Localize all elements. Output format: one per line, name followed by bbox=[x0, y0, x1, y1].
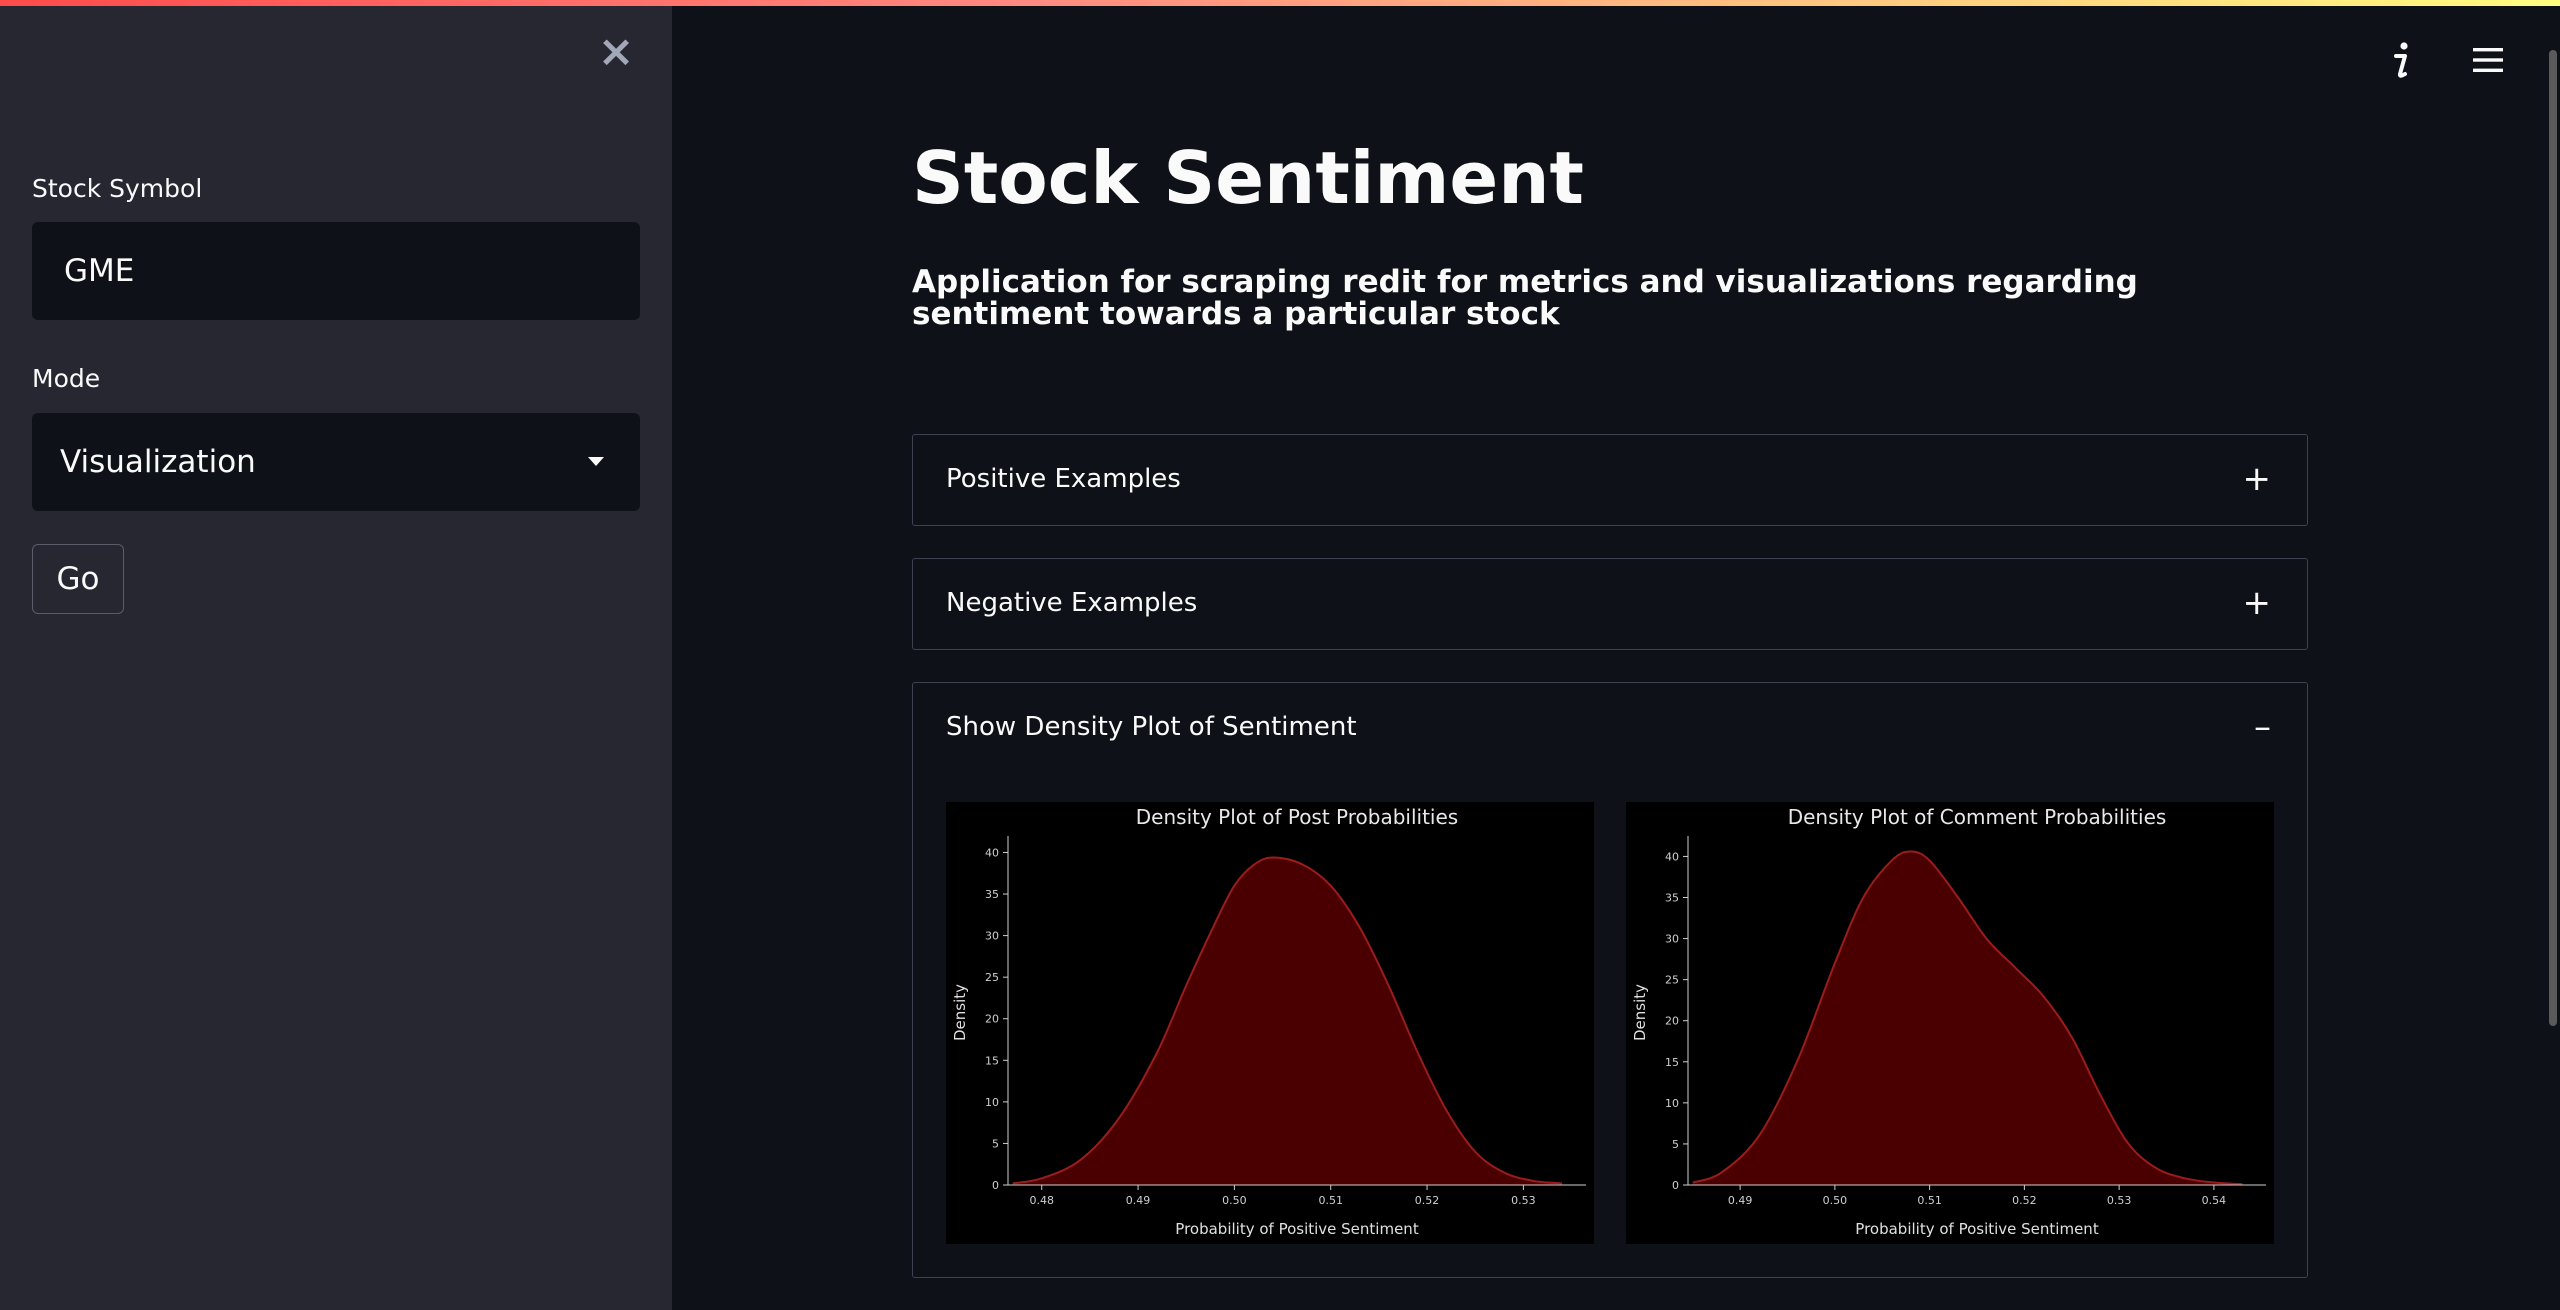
y-tick-label: 10 bbox=[1665, 1097, 1679, 1110]
expander-positive-examples: Positive Examples + bbox=[912, 434, 2308, 526]
chart-title: Density Plot of Comment Probabilities bbox=[1788, 805, 2167, 829]
y-tick-label: 20 bbox=[1665, 1015, 1679, 1028]
y-tick-label: 25 bbox=[985, 971, 999, 984]
x-tick-label: 0.50 bbox=[1823, 1194, 1848, 1207]
x-tick-label: 0.50 bbox=[1222, 1194, 1247, 1207]
density-plot-posts-svg: Density Plot of Post Probabilities 0 5 10 15… bbox=[951, 805, 1586, 1238]
page-title: Stock Sentiment bbox=[912, 136, 1584, 220]
density-area bbox=[1012, 857, 1562, 1185]
density-area bbox=[1692, 851, 2243, 1185]
y-tick-label: 15 bbox=[985, 1054, 999, 1067]
x-tick-label: 0.52 bbox=[2012, 1194, 2037, 1207]
go-button[interactable]: Go bbox=[32, 544, 124, 614]
y-tick-label: 5 bbox=[1672, 1138, 1679, 1151]
chart-title: Density Plot of Post Probabilities bbox=[1136, 805, 1458, 829]
y-tick-label: 35 bbox=[985, 888, 999, 901]
plus-icon: + bbox=[2242, 583, 2272, 623]
expander-label: Negative Examples bbox=[946, 588, 1198, 618]
y-axis-label: Density bbox=[1631, 984, 1649, 1041]
y-tick-label: 0 bbox=[1672, 1179, 1679, 1192]
y-tick-label: 5 bbox=[992, 1137, 999, 1150]
hamburger-menu-icon[interactable] bbox=[2470, 42, 2506, 78]
x-tick-label: 0.49 bbox=[1728, 1194, 1753, 1207]
stock-symbol-input[interactable]: GME bbox=[32, 222, 640, 320]
x-tick-label: 0.51 bbox=[1318, 1194, 1343, 1207]
expander-header[interactable]: Show Density Plot of Sentiment – bbox=[913, 683, 2307, 773]
x-tick-label: 0.48 bbox=[1029, 1194, 1054, 1207]
x-axis-label: Probability of Positive Sentiment bbox=[1175, 1220, 1419, 1238]
x-tick-label: 0.52 bbox=[1415, 1194, 1440, 1207]
y-tick-label: 20 bbox=[985, 1013, 999, 1026]
expander-negative-examples: Negative Examples + bbox=[912, 558, 2308, 650]
minus-icon: – bbox=[2254, 707, 2271, 747]
x-tick-label: 0.51 bbox=[1917, 1194, 1942, 1207]
expander-header[interactable]: Negative Examples + bbox=[913, 559, 2307, 649]
info-icon[interactable] bbox=[2384, 38, 2418, 82]
mode-select-value: Visualization bbox=[60, 444, 256, 480]
sidebar: × Stock Symbol GME Mode Visualization Go bbox=[0, 0, 672, 1310]
plus-icon: + bbox=[2242, 459, 2272, 499]
density-plot-comments-svg: Density Plot of Comment Probabilities 0 5 1… bbox=[1631, 805, 2266, 1238]
x-tick-label: 0.54 bbox=[2202, 1194, 2227, 1207]
y-tick-label: 40 bbox=[985, 846, 999, 859]
y-tick-label: 10 bbox=[985, 1096, 999, 1109]
expander-label: Show Density Plot of Sentiment bbox=[946, 712, 1357, 742]
density-plot-posts: Density Plot of Post Probabilities 0 5 10 15… bbox=[946, 802, 1594, 1244]
stock-symbol-label: Stock Symbol bbox=[32, 174, 203, 203]
y-tick-label: 0 bbox=[992, 1179, 999, 1192]
expander-header[interactable]: Positive Examples + bbox=[913, 435, 2307, 525]
mode-select[interactable]: Visualization bbox=[32, 413, 640, 511]
y-axis-label: Density bbox=[951, 984, 969, 1041]
top-accent-bar bbox=[0, 0, 2560, 6]
y-tick-label: 40 bbox=[1665, 850, 1679, 863]
y-tick-label: 30 bbox=[1665, 933, 1679, 946]
x-tick-label: 0.53 bbox=[2107, 1194, 2132, 1207]
page-subtitle: Application for scraping redit for metri… bbox=[912, 264, 2138, 332]
page-scrollbar[interactable] bbox=[2549, 50, 2557, 1026]
y-tick-label: 15 bbox=[1665, 1056, 1679, 1069]
expander-label: Positive Examples bbox=[946, 464, 1181, 494]
y-tick-label: 35 bbox=[1665, 892, 1679, 905]
x-tick-label: 0.53 bbox=[1511, 1194, 1536, 1207]
chevron-down-icon bbox=[588, 457, 604, 466]
y-tick-label: 30 bbox=[985, 930, 999, 943]
y-tick-label: 25 bbox=[1665, 974, 1679, 987]
close-icon[interactable]: × bbox=[596, 30, 636, 74]
x-tick-label: 0.49 bbox=[1126, 1194, 1151, 1207]
mode-label: Mode bbox=[32, 364, 101, 393]
x-axis-label: Probability of Positive Sentiment bbox=[1855, 1220, 2099, 1238]
density-plot-comments: Density Plot of Comment Probabilities 0 5 1… bbox=[1626, 802, 2274, 1244]
